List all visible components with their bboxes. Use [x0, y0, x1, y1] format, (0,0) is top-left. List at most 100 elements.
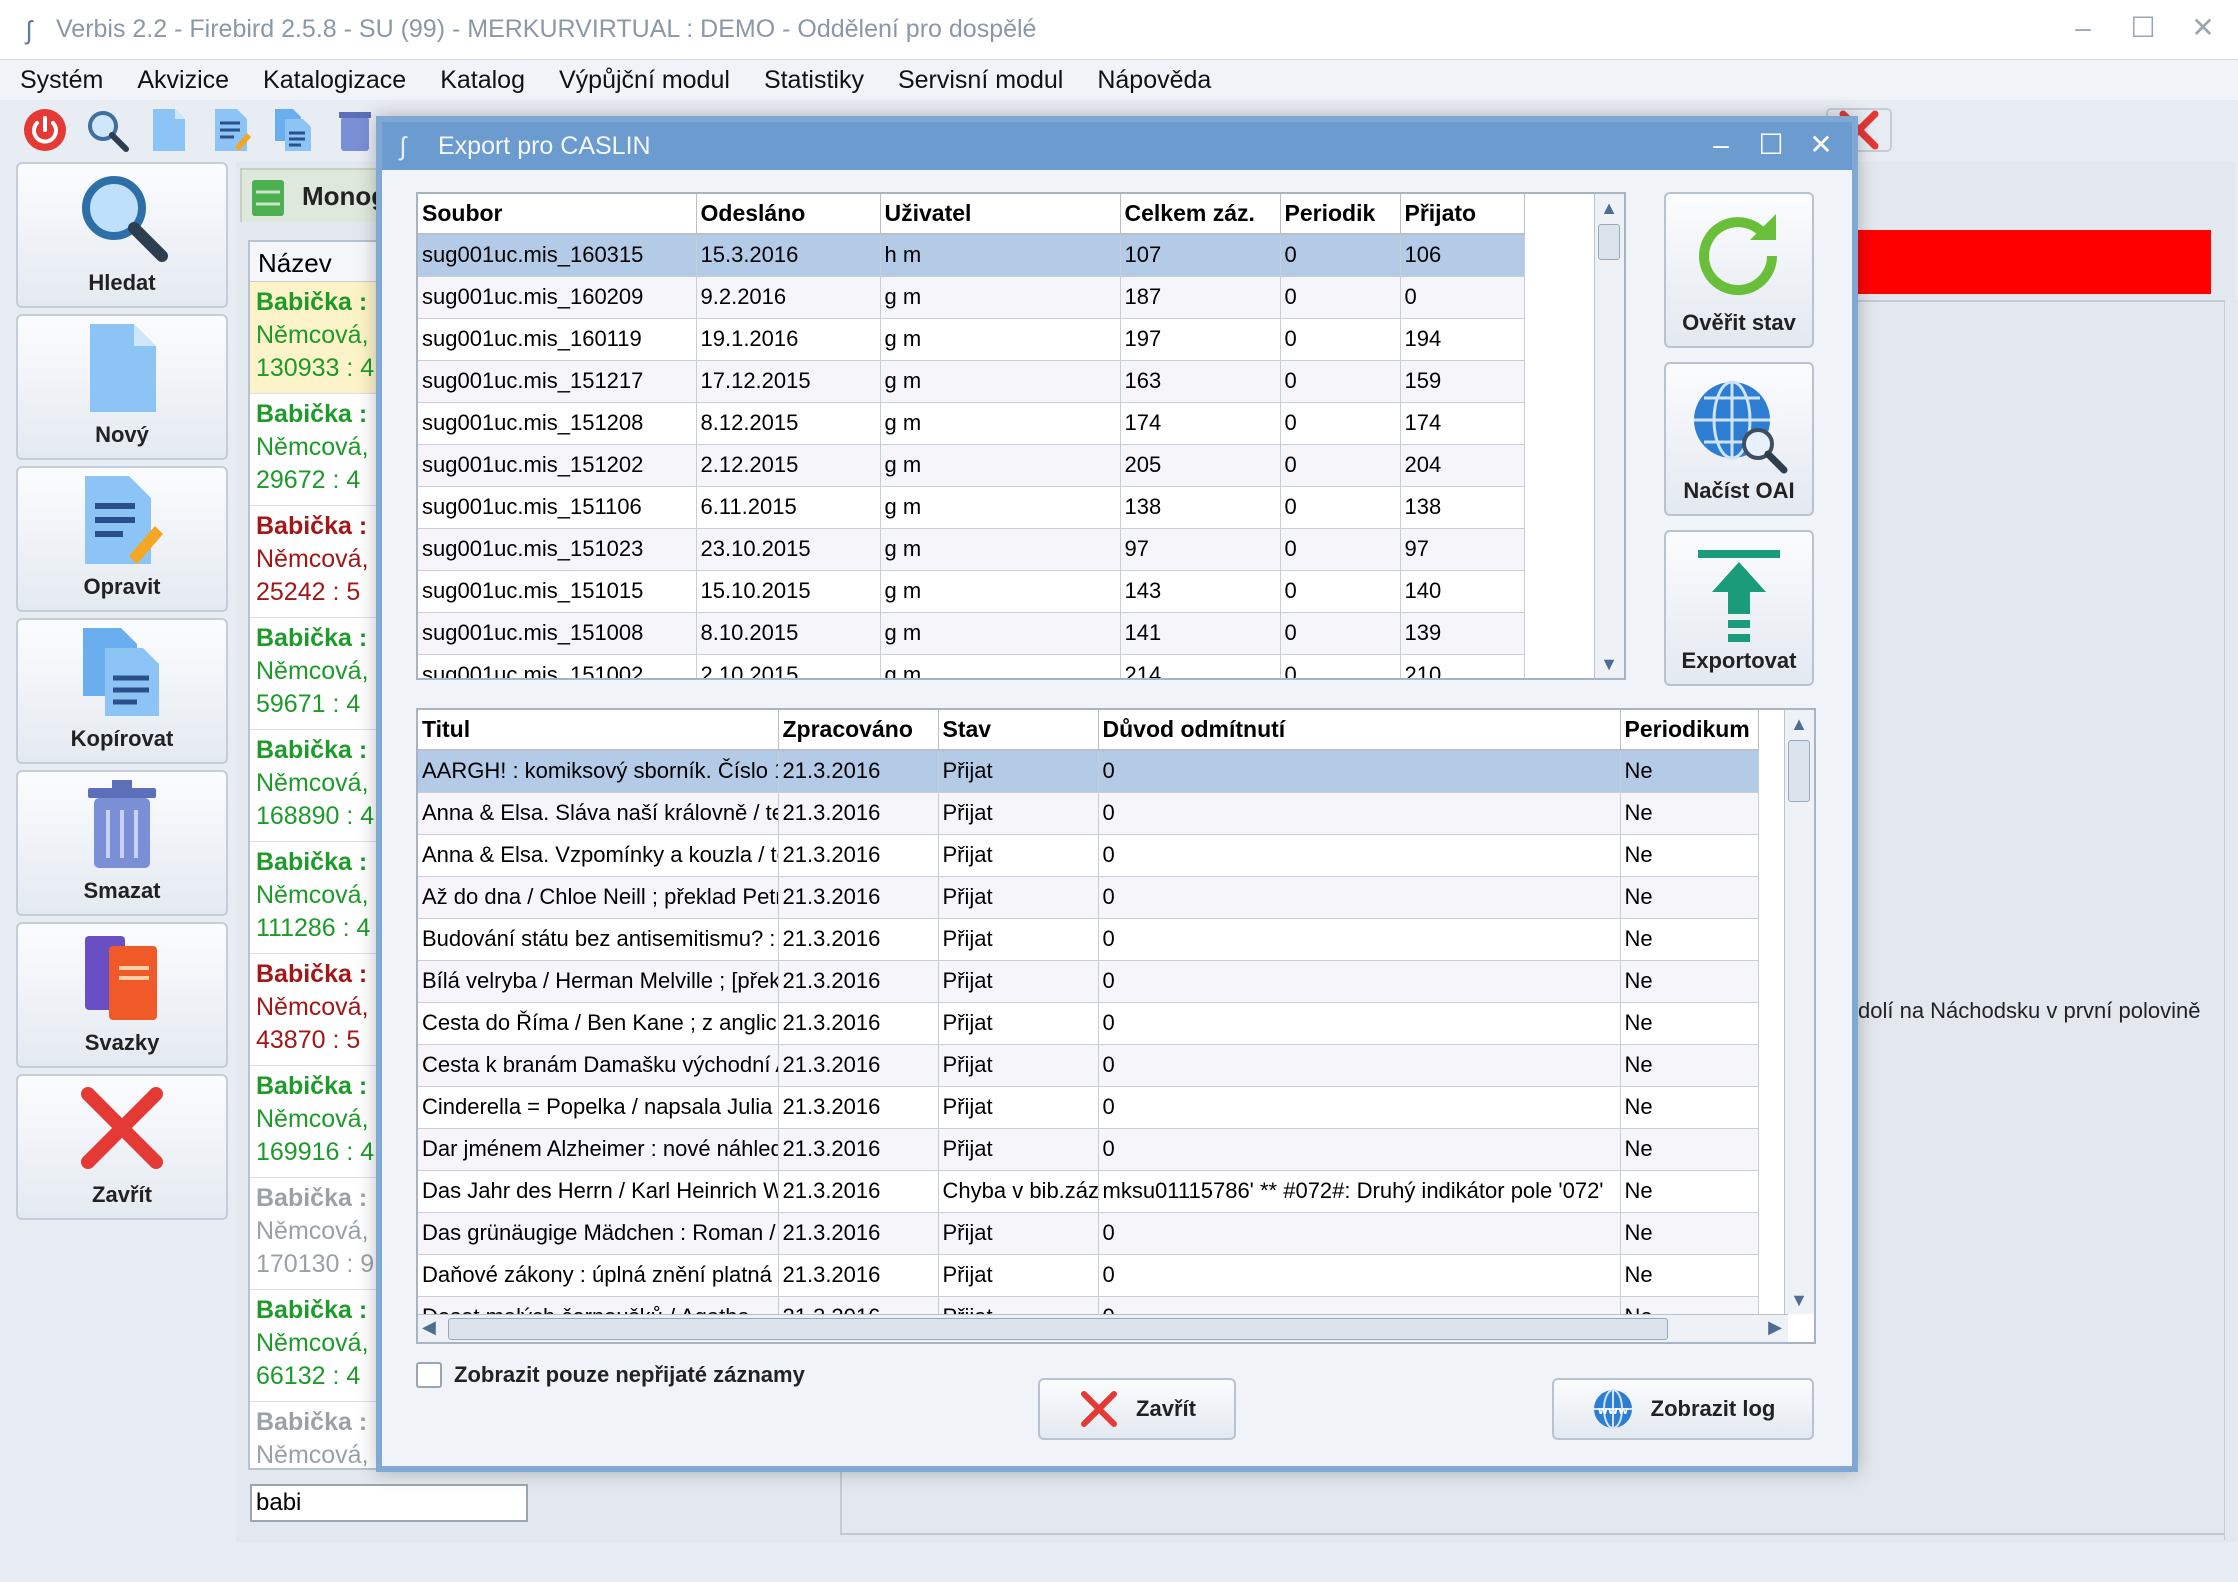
menu-vypujcni-modul[interactable]: Výpůjční modul [559, 66, 730, 95]
scroll-thumb[interactable] [1598, 224, 1620, 260]
files-column-header[interactable]: Soubor [418, 194, 697, 235]
records-table-row[interactable]: AARGH! : komiksový sborník. Číslo 15 21.3… [418, 750, 1759, 793]
menu-napoveda[interactable]: Nápověda [1097, 66, 1211, 95]
files-table-row[interactable]: sug001uc.mis_151015 15.10.2015 g m 143 0 140 [418, 570, 1525, 613]
records-column-header[interactable]: Titul [418, 710, 779, 751]
records-table-row[interactable]: Cinderella = Popelka / napsala Julia J 21… [418, 1086, 1759, 1129]
scroll-up-icon[interactable]: ▲ [1598, 196, 1620, 220]
files-cell: 15.3.2016 [696, 234, 881, 277]
sidebar-item-svazky[interactable]: Svazky [16, 922, 228, 1068]
files-table-row[interactable]: sug001uc.mis_151106 6.11.2015 g m 138 0 138 [418, 486, 1525, 529]
records-table-row[interactable]: Dar jménem Alzheimer : nové náhledy 21.3.… [418, 1128, 1759, 1171]
records-table-row[interactable]: Budování státu bez antisemitismu? :21.3.… [418, 918, 1759, 961]
records-table-row[interactable]: Bílá velryba / Herman Melville ; [překla… [418, 960, 1759, 1003]
files-table-row[interactable]: sug001uc.mis_151008 8.10.2015 g m 141 0 139 [418, 612, 1525, 655]
menu-katalogizace[interactable]: Katalogizace [263, 66, 406, 95]
files-column-header[interactable]: Periodik [1280, 194, 1401, 235]
scroll-up-icon[interactable]: ▲ [1788, 712, 1810, 736]
close-window-button[interactable]: ✕ [2188, 12, 2218, 44]
list-item[interactable]: Babička : Němcová, [250, 1402, 386, 1468]
records-column-header[interactable]: Stav [938, 710, 1099, 751]
power-icon[interactable] [18, 103, 72, 157]
list-item[interactable]: Babička : Němcová, 130933 : 4 [250, 282, 386, 394]
records-table-row[interactable]: Das Jahr des Herrn / Karl Heinrich W 21.3… [418, 1170, 1759, 1213]
files-table-row[interactable]: sug001uc.mis_160119 19.1.2016 g m 197 0 194 [418, 318, 1525, 361]
dialog-app-icon: ʃ [400, 131, 406, 161]
records-column-header[interactable]: Zpracováno [778, 710, 939, 751]
files-table-row[interactable]: sug001uc.mis_160315 15.3.2016 h m 107 0 106 [418, 234, 1525, 277]
sidebar-item-hledat[interactable]: Hledat [16, 162, 228, 308]
load-oai-button[interactable]: Načíst OAI [1664, 362, 1814, 516]
sidebar-item-smazat[interactable]: Smazat [16, 770, 228, 916]
menu-statistiky[interactable]: Statistiky [764, 66, 864, 95]
scroll-thumb[interactable] [448, 1318, 1668, 1340]
records-table-row[interactable]: Cesta do Říma / Ben Kane ; z anglického2… [418, 1002, 1759, 1045]
menu-servisni-modul[interactable]: Servisní modul [898, 66, 1063, 95]
files-column-header[interactable]: Přijato [1400, 194, 1525, 235]
scroll-left-icon[interactable]: ◀ [422, 1317, 436, 1338]
detail-scrollbar[interactable] [2224, 300, 2238, 1540]
records-cell: 0 [1098, 834, 1621, 877]
list-item[interactable]: Babička : Němcová, 169916 : 4 [250, 1066, 386, 1178]
records-table-row[interactable]: Anna & Elsa. Vzpomínky a kouzla / text 21… [418, 834, 1759, 877]
sidebar-item-opravit[interactable]: Opravit [16, 466, 228, 612]
scroll-right-icon[interactable]: ▶ [1768, 1317, 1782, 1338]
only-rejected-checkbox[interactable] [416, 1362, 442, 1388]
records-vscrollbar[interactable]: ▲ ▼ [1784, 710, 1814, 1314]
records-table-row[interactable]: Das grünäugige Mädchen : Roman /21.3.201… [418, 1212, 1759, 1255]
sidebar-item-zavrit[interactable]: Zavřít [16, 1074, 228, 1220]
files-column-header[interactable]: Celkem záz. [1120, 194, 1281, 235]
list-item[interactable]: Babička : Němcová, 29672 : 4 [250, 394, 386, 506]
records-hscrollbar[interactable]: ◀ ▶ [418, 1314, 1788, 1342]
list-item[interactable]: Babička : Němcová, 43870 : 5 [250, 954, 386, 1066]
files-column-header[interactable]: Uživatel [880, 194, 1121, 235]
records-cell: mksu01115786' ** #072#: Druhý indikátor … [1098, 1170, 1621, 1213]
files-table-row[interactable]: sug001uc.mis_160209 9.2.2016 g m 187 0 0 [418, 276, 1525, 319]
maximize-button[interactable]: ☐ [2128, 12, 2158, 44]
files-table-row[interactable]: sug001uc.mis_151208 8.12.2015 g m 174 0 174 [418, 402, 1525, 445]
records-table-row[interactable]: Až do dna / Chloe Neill ; překlad Petra 2… [418, 876, 1759, 919]
only-rejected-filter[interactable]: Zobrazit pouze nepřijaté záznamy [416, 1362, 805, 1388]
records-table-row[interactable]: Cesta k branám Damašku východní A 21.3.20… [418, 1044, 1759, 1087]
records-column-header[interactable]: Důvod odmítnutí [1098, 710, 1621, 751]
files-table-row[interactable]: sug001uc.mis_151002 2.10.2015 g m 214 0 210 [418, 654, 1525, 678]
button-label: Ověřit stav [1682, 310, 1796, 335]
minimize-button[interactable]: – [2068, 12, 2098, 44]
scroll-down-icon[interactable]: ▼ [1788, 1288, 1810, 1312]
verify-status-button[interactable]: Ověřit stav [1664, 192, 1814, 348]
list-item[interactable]: Babička : Němcová, 25242 : 5 [250, 506, 386, 618]
list-item[interactable]: Babička : Němcová, 59671 : 4 [250, 618, 386, 730]
files-column-header[interactable]: Odesláno [696, 194, 881, 235]
new-document-icon[interactable] [142, 103, 196, 157]
copy-documents-icon[interactable] [266, 103, 320, 157]
close-button[interactable]: Zavřít [1038, 1378, 1236, 1440]
show-log-button[interactable]: www Zobrazit log [1552, 1378, 1814, 1440]
edit-document-icon[interactable] [204, 103, 258, 157]
trash-icon[interactable] [328, 103, 382, 157]
sidebar-item-kopirovat[interactable]: Kopírovat [16, 618, 228, 764]
files-table-row[interactable]: sug001uc.mis_151202 2.12.2015 g m 205 0 204 [418, 444, 1525, 487]
dialog-close-button[interactable]: ✕ [1808, 130, 1834, 160]
list-item[interactable]: Babička : Němcová, 170130 : 9 [250, 1178, 386, 1290]
files-table-row[interactable]: sug001uc.mis_151217 17.12.2015 g m 163 0 159 [418, 360, 1525, 403]
files-vscrollbar[interactable]: ▲ ▼ [1594, 194, 1624, 678]
search-input[interactable]: babi [250, 1484, 528, 1522]
dialog-maximize-button[interactable]: ☐ [1758, 130, 1784, 160]
sidebar-item-novy[interactable]: Nový [16, 314, 228, 460]
records-column-header[interactable]: Periodikum [1620, 710, 1759, 751]
dialog-minimize-button[interactable]: – [1708, 130, 1734, 160]
records-cell: Cesta k branám Damašku východní A [418, 1044, 779, 1087]
scroll-down-icon[interactable]: ▼ [1598, 652, 1620, 676]
list-item[interactable]: Babička : Němcová, 168890 : 4 [250, 730, 386, 842]
files-table-row[interactable]: sug001uc.mis_151023 23.10.2015 g m 97 0 97 [418, 528, 1525, 571]
list-item[interactable]: Babička : Němcová, 66132 : 4 [250, 1290, 386, 1402]
scroll-thumb[interactable] [1788, 740, 1810, 802]
records-table-row[interactable]: Anna & Elsa. Sláva naší královně / text 2… [418, 792, 1759, 835]
menu-system[interactable]: Systém [20, 66, 103, 95]
export-button[interactable]: Exportovat [1664, 530, 1814, 686]
menu-akvizice[interactable]: Akvizice [137, 66, 229, 95]
records-table-row[interactable]: Daňové zákony : úplná znění platná 21.3.2… [418, 1254, 1759, 1297]
search-icon[interactable] [80, 103, 134, 157]
list-item[interactable]: Babička : Němcová, 111286 : 4 [250, 842, 386, 954]
menu-katalog[interactable]: Katalog [440, 66, 525, 95]
